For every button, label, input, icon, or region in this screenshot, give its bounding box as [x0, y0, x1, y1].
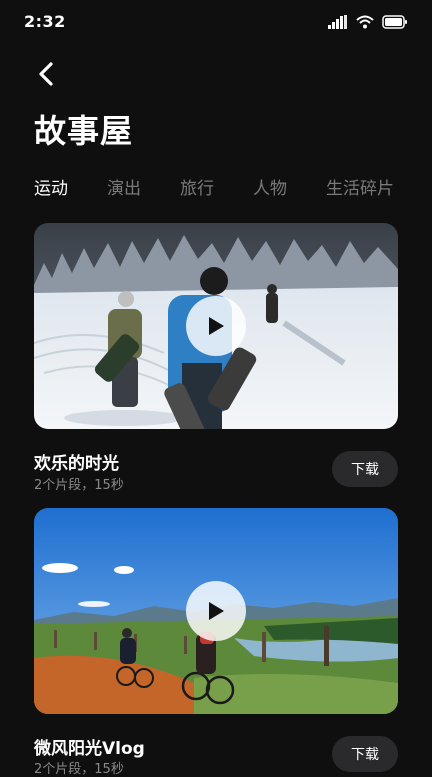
tab-life-moments[interactable]: 生活碎片 [326, 174, 394, 199]
download-button[interactable]: 下载 [332, 736, 398, 772]
play-button[interactable] [186, 296, 246, 356]
tab-travel[interactable]: 旅行 [180, 174, 214, 199]
status-bar: 2:32 [0, 0, 432, 44]
status-icons [328, 14, 408, 33]
tab-sports[interactable]: 运动 [34, 174, 68, 199]
wifi-icon [356, 14, 374, 33]
story-card[interactable]: 微风阳光Vlog 2个片段，15秒 下载 [34, 508, 398, 777]
play-button[interactable] [186, 581, 246, 641]
video-thumbnail[interactable] [34, 508, 398, 714]
card-title: 微风阳光Vlog [34, 739, 145, 759]
page-title: 故事屋 [34, 112, 134, 150]
battery-icon [382, 14, 408, 33]
back-arrow-icon [39, 62, 53, 86]
tab-performance[interactable]: 演出 [107, 174, 141, 199]
card-meta: 2个片段，15秒 [34, 478, 124, 493]
play-icon [209, 602, 224, 620]
signal-icon [328, 14, 348, 33]
video-thumbnail[interactable] [34, 223, 398, 429]
back-button[interactable] [30, 58, 62, 90]
story-card[interactable]: 欢乐的时光 2个片段，15秒 下载 [34, 223, 398, 493]
download-button[interactable]: 下载 [332, 451, 398, 487]
tab-people[interactable]: 人物 [253, 174, 287, 199]
play-icon [209, 317, 224, 335]
card-title: 欢乐的时光 [34, 454, 119, 474]
status-time: 2:32 [24, 12, 66, 31]
category-tabs: 运动 演出 旅行 人物 生活碎片 [34, 174, 394, 199]
